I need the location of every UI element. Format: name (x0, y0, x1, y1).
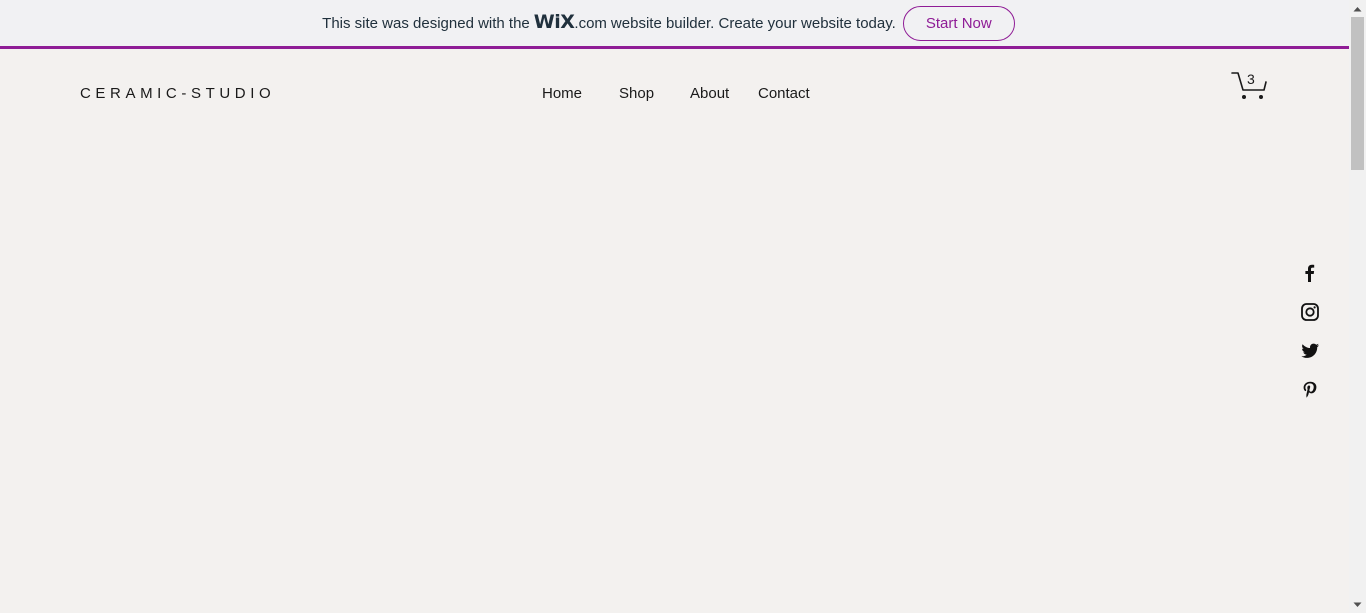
site-logo[interactable]: CERAMIC-STUDIO (80, 85, 275, 102)
start-now-button[interactable]: Start Now (902, 5, 1015, 41)
scroll-down-arrow-icon[interactable] (1349, 596, 1366, 613)
facebook-icon[interactable] (1300, 263, 1320, 283)
page: This site was designed with the WiX .com… (0, 0, 1366, 613)
nav-contact[interactable]: Contact (758, 85, 810, 102)
banner-text-after: website builder. Create your website tod… (610, 14, 896, 32)
scroll-up-arrow-icon[interactable] (1349, 0, 1366, 17)
banner-text-before: This site was designed with the (322, 14, 530, 32)
cart-count: 3 (1247, 71, 1255, 87)
social-bar (1300, 263, 1320, 419)
scroll-thumb[interactable] (1351, 17, 1364, 170)
scrollbar[interactable] (1349, 0, 1366, 613)
cart-button[interactable]: 3 (1228, 68, 1270, 104)
pinterest-icon[interactable] (1300, 380, 1320, 400)
instagram-icon[interactable] (1300, 302, 1320, 322)
wix-logo[interactable]: WiX (534, 11, 575, 33)
nav-home[interactable]: Home (542, 85, 582, 102)
twitter-icon[interactable] (1300, 341, 1320, 361)
wix-banner-content: This site was designed with the WiX .com… (322, 5, 1015, 41)
nav-shop[interactable]: Shop (619, 85, 654, 102)
wix-dotcom: .com (574, 14, 607, 32)
nav-about[interactable]: About (690, 85, 729, 102)
wix-promo-banner: This site was designed with the WiX .com… (0, 0, 1349, 49)
